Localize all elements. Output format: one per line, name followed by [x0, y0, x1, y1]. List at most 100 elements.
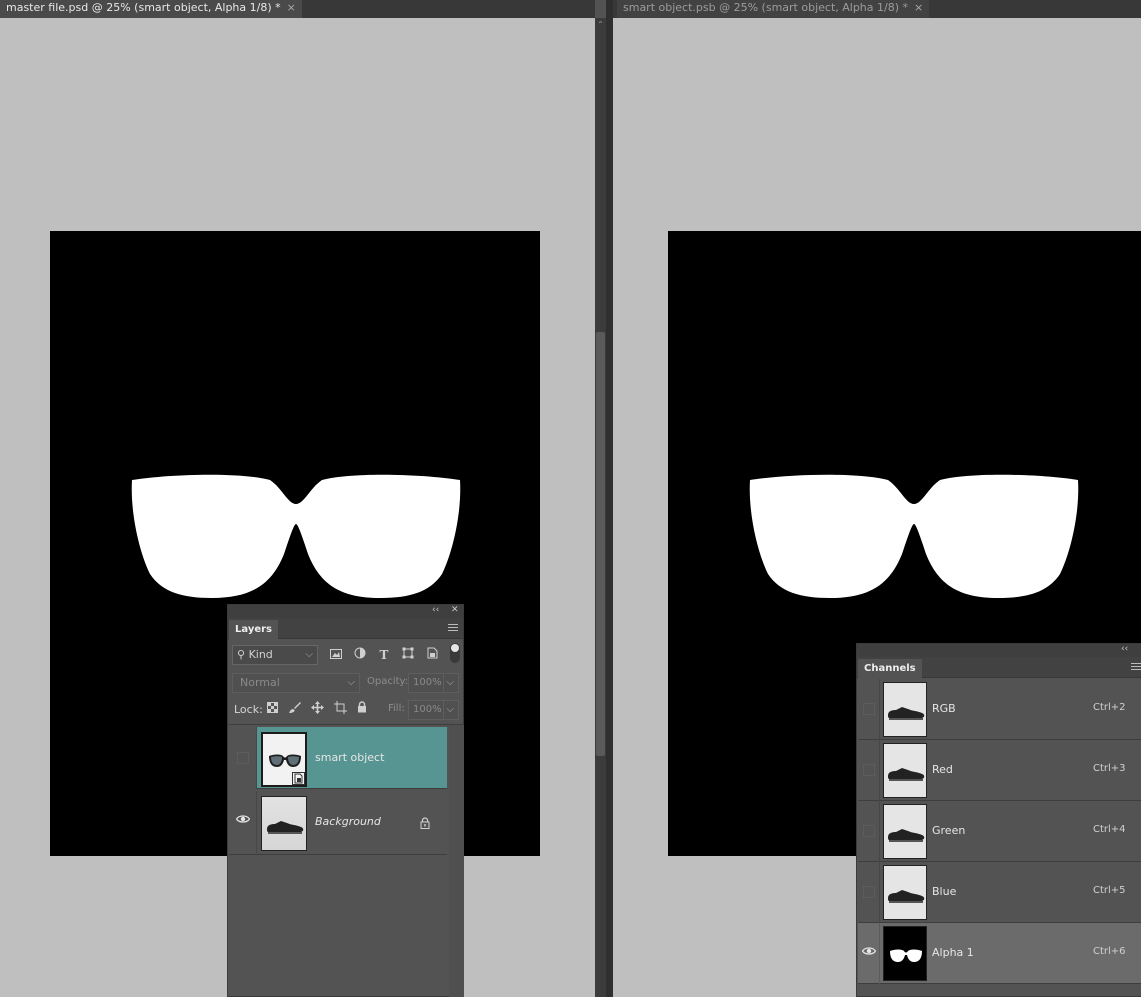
close-icon[interactable]: × — [287, 1, 296, 14]
smart-object-badge-icon — [292, 772, 305, 785]
channel-visibility-toggle[interactable] — [858, 679, 880, 740]
layers-list-divider — [228, 724, 463, 725]
shoe-thumbnail-icon — [888, 829, 925, 842]
opacity-value: 100% — [413, 677, 442, 688]
tab-channels[interactable]: Channels — [858, 659, 922, 678]
chevron-down-icon: ⌵ — [347, 677, 355, 688]
close-icon[interactable]: × — [914, 1, 923, 14]
left-vertical-scrollbar[interactable]: ⌃ — [595, 18, 606, 997]
shoe-thumbnail-icon — [888, 768, 925, 781]
layers-panel-scroll-track[interactable] — [449, 725, 464, 997]
layers-panel-header[interactable]: ‹‹ ✕ — [228, 605, 463, 618]
channel-thumbnail — [883, 865, 927, 920]
chevron-down-icon: ⌵ — [443, 674, 454, 692]
chevron-down-icon: ⌵ — [443, 701, 454, 719]
blend-mode-select[interactable]: Normal ⌵ — [232, 673, 360, 693]
channel-shortcut: Ctrl+3 — [1093, 763, 1126, 774]
shoe-thumbnail-icon — [888, 890, 925, 903]
opacity-input[interactable]: 100% ⌵ — [408, 673, 459, 693]
close-panel-icon[interactable]: ✕ — [451, 605, 459, 615]
smart-object-filter-icon[interactable] — [424, 647, 440, 663]
filter-toggle-switch[interactable] — [450, 643, 460, 663]
visibility-empty-box — [863, 764, 875, 776]
lock-position-move-icon[interactable] — [309, 701, 325, 717]
left-document-tab[interactable]: master file.psd @ 25% (smart object, Alp… — [0, 0, 302, 18]
sunglasses-alpha-shape — [749, 474, 1079, 598]
channels-panel-header[interactable]: ‹‹ — [857, 644, 1141, 657]
layer-visibility-toggle[interactable] — [229, 791, 257, 853]
fill-input[interactable]: 100% ⌵ — [408, 700, 459, 720]
left-tab-bar: master file.psd @ 25% (smart object, Alp… — [0, 0, 595, 18]
tab-layers[interactable]: Layers — [229, 620, 278, 639]
channel-shortcut: Ctrl+2 — [1093, 702, 1126, 713]
layer-name[interactable]: Background — [315, 815, 381, 828]
channel-row-green[interactable]: Green Ctrl+4 — [858, 801, 1141, 862]
channel-name: Alpha 1 — [932, 946, 974, 959]
visibility-empty-box — [863, 703, 875, 715]
scrollbar-thumb[interactable] — [596, 332, 605, 756]
scroll-up-arrow-icon[interactable]: ⌃ — [596, 20, 605, 29]
panel-menu-icon[interactable] — [1131, 663, 1141, 672]
sunglasses-thumbnail-icon — [890, 949, 922, 962]
channels-panel: ‹‹ Channels RGB Ctrl+2 Red Ctrl+3 Green … — [856, 643, 1141, 997]
layers-panel-tabs: Layers — [228, 618, 463, 639]
channel-thumbnail — [883, 682, 927, 737]
layer-row-background[interactable]: Background — [229, 791, 447, 855]
channel-shortcut: Ctrl+6 — [1093, 946, 1126, 957]
right-tab-bar: smart object.psb @ 25% (smart object, Al… — [613, 0, 1141, 18]
layer-name[interactable]: smart object — [315, 751, 384, 764]
layer-lock-icon — [420, 817, 430, 832]
channel-name: Blue — [932, 885, 957, 898]
sunglasses-thumbnail-icon — [269, 754, 301, 767]
eye-icon[interactable] — [861, 945, 877, 959]
channel-visibility-toggle[interactable] — [858, 862, 880, 923]
blend-mode-value: Normal — [240, 676, 280, 689]
lock-image-pixels-brush-icon[interactable] — [287, 701, 303, 717]
shape-layer-filter-icon[interactable] — [400, 647, 416, 663]
type-layer-filter-icon[interactable]: T — [376, 647, 392, 663]
eye-icon[interactable] — [235, 813, 251, 827]
channel-visibility-toggle[interactable] — [858, 923, 880, 984]
lock-label: Lock: — [234, 703, 263, 716]
channels-panel-tabs: Channels — [857, 657, 1141, 678]
channel-name: RGB — [932, 702, 956, 715]
layers-panel: ‹‹ ✕ Layers ⚲ Kind ⌵ T Normal ⌵ Opacity:… — [227, 604, 464, 997]
channel-thumbnail — [883, 926, 927, 981]
left-document-tab-title: master file.psd @ 25% (smart object, Alp… — [6, 1, 281, 14]
lock-transparent-pixels-icon[interactable] — [264, 701, 280, 717]
filter-kind-label: Kind — [248, 648, 273, 661]
channel-shortcut: Ctrl+5 — [1093, 885, 1126, 896]
opacity-label: Opacity: — [367, 676, 409, 687]
collapse-panel-icon[interactable]: ‹‹ — [432, 605, 439, 615]
channel-row-red[interactable]: Red Ctrl+3 — [858, 740, 1141, 801]
adjustment-layer-filter-icon[interactable] — [352, 647, 368, 663]
sunglasses-alpha-shape — [131, 474, 461, 598]
lock-all-icon[interactable] — [354, 701, 370, 717]
channel-row-rgb[interactable]: RGB Ctrl+2 — [858, 679, 1141, 740]
search-icon: ⚲ — [237, 648, 246, 661]
channel-shortcut: Ctrl+4 — [1093, 824, 1126, 835]
shoe-thumbnail-icon — [888, 707, 925, 720]
panel-menu-icon[interactable] — [448, 624, 458, 633]
shoe-thumbnail-icon — [267, 821, 304, 834]
lock-artboard-icon[interactable] — [332, 701, 348, 717]
pixel-layer-filter-icon[interactable] — [328, 647, 344, 663]
visibility-empty-box — [863, 825, 875, 837]
channel-name: Green — [932, 824, 966, 837]
channel-visibility-toggle[interactable] — [858, 740, 880, 801]
window-divider — [606, 0, 613, 997]
layer-thumbnail — [261, 796, 307, 851]
layer-thumbnail — [261, 732, 307, 787]
fill-label: Fill: — [388, 703, 405, 714]
right-document-tab[interactable]: smart object.psb @ 25% (smart object, Al… — [617, 0, 930, 18]
visibility-empty-box — [237, 752, 249, 764]
channel-thumbnail — [883, 804, 927, 859]
layer-visibility-toggle[interactable] — [229, 727, 257, 789]
channel-visibility-toggle[interactable] — [858, 801, 880, 862]
layer-filter-kind-select[interactable]: ⚲ Kind ⌵ — [232, 645, 318, 665]
layer-row-smart-object[interactable]: smart object — [229, 727, 447, 789]
channel-row-alpha-1[interactable]: Alpha 1 Ctrl+6 — [858, 923, 1141, 984]
channel-name: Red — [932, 763, 953, 776]
channel-row-blue[interactable]: Blue Ctrl+5 — [858, 862, 1141, 923]
collapse-panel-icon[interactable]: ‹‹ — [1121, 644, 1128, 654]
